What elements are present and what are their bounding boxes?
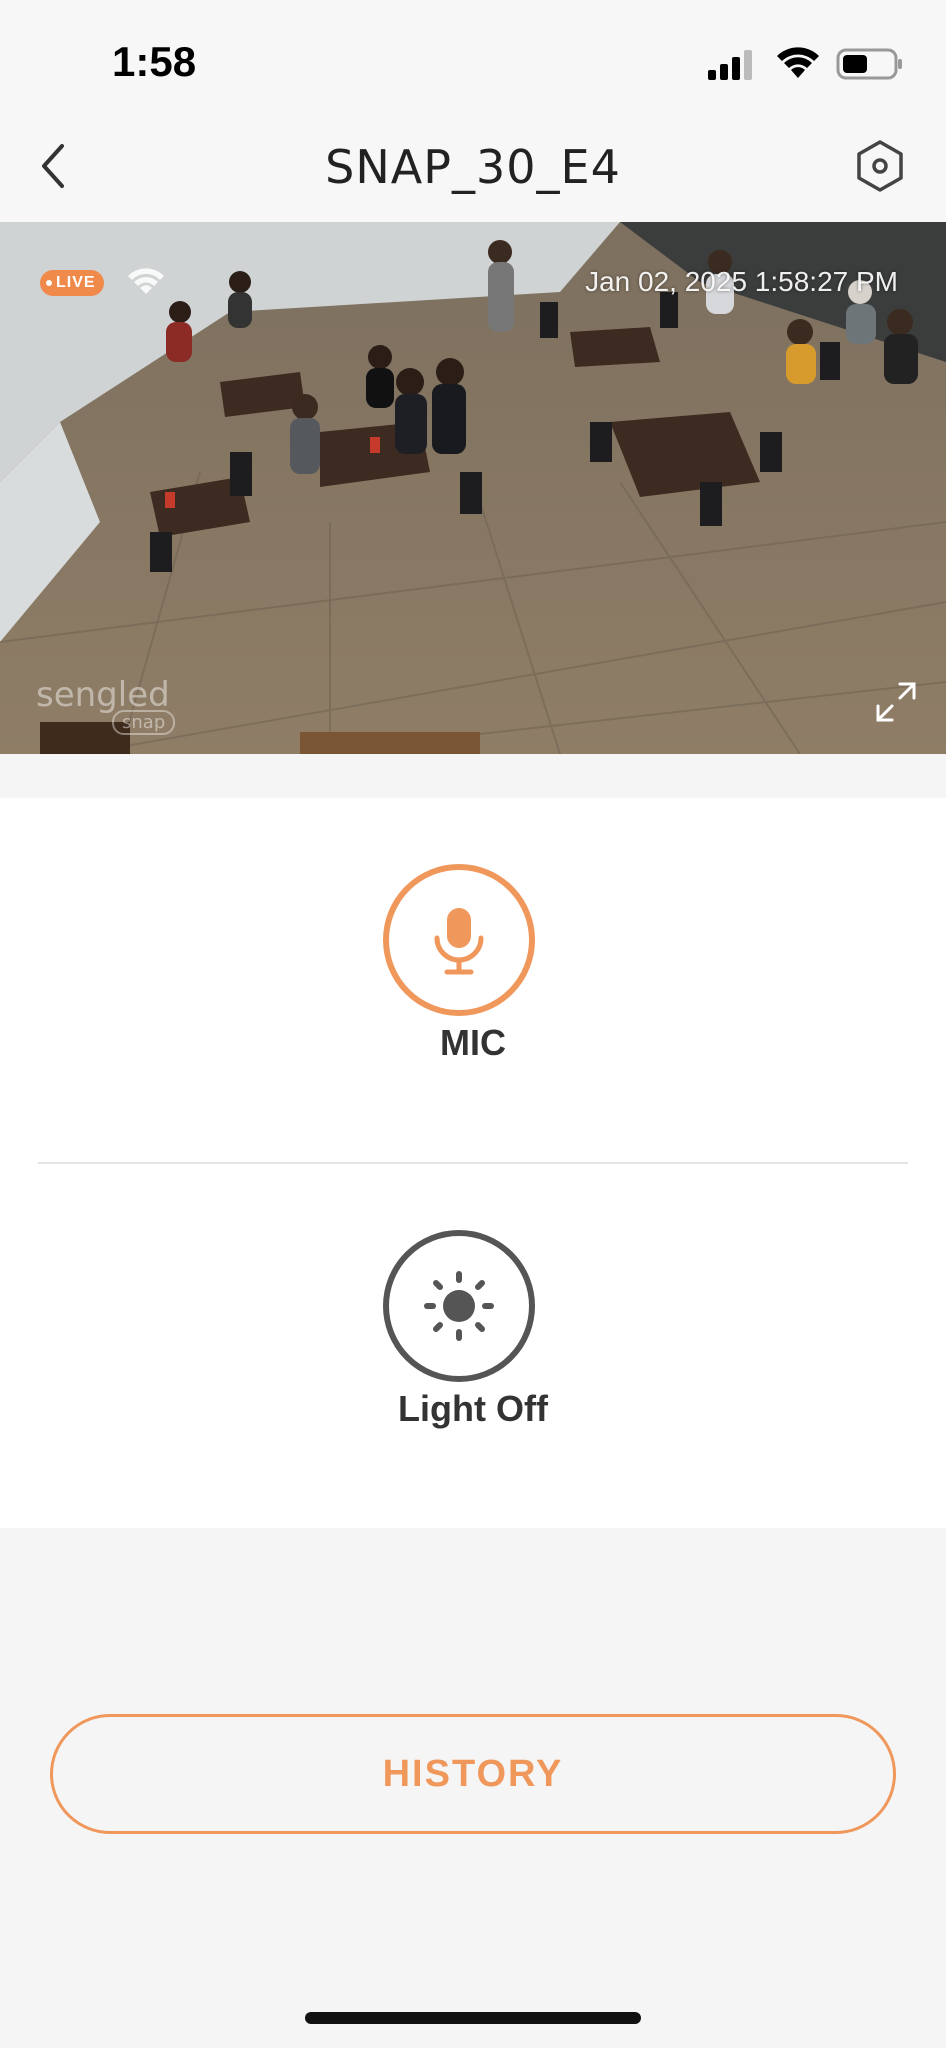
cellular-signal-icon xyxy=(708,50,752,80)
video-timestamp: Jan 02, 2025 1:58:27 PM xyxy=(585,266,898,297)
nav-bar: SNAP_30_E4 xyxy=(0,110,946,222)
light-label: Light Off xyxy=(398,1388,548,1429)
settings-icon[interactable] xyxy=(852,138,908,194)
status-time: 1:58 xyxy=(112,38,197,85)
brand-watermark-sub: snap xyxy=(112,710,176,735)
mic-button[interactable] xyxy=(383,864,535,1016)
divider xyxy=(38,1162,908,1164)
battery-icon xyxy=(836,48,902,80)
sun-icon xyxy=(424,1271,494,1341)
page-title: SNAP_30_E4 xyxy=(325,140,621,194)
live-video-feed[interactable]: LIVE Jan 02, 2025 1:58:27 PM sengled sna… xyxy=(0,222,946,754)
home-indicator xyxy=(305,2012,641,2024)
live-badge: LIVE xyxy=(40,270,104,296)
expand-icon[interactable] xyxy=(874,680,918,724)
mic-label: MIC xyxy=(440,1022,506,1063)
controls-panel: MIC Light Off xyxy=(0,798,946,1528)
wifi-icon xyxy=(128,268,164,294)
light-button[interactable] xyxy=(383,1230,535,1382)
brand-watermark: sengled xyxy=(36,675,170,715)
wifi-icon xyxy=(777,47,819,78)
microphone-icon xyxy=(434,908,484,975)
status-bar: 1:58 xyxy=(0,0,946,110)
history-button[interactable]: HISTORY xyxy=(50,1714,896,1834)
